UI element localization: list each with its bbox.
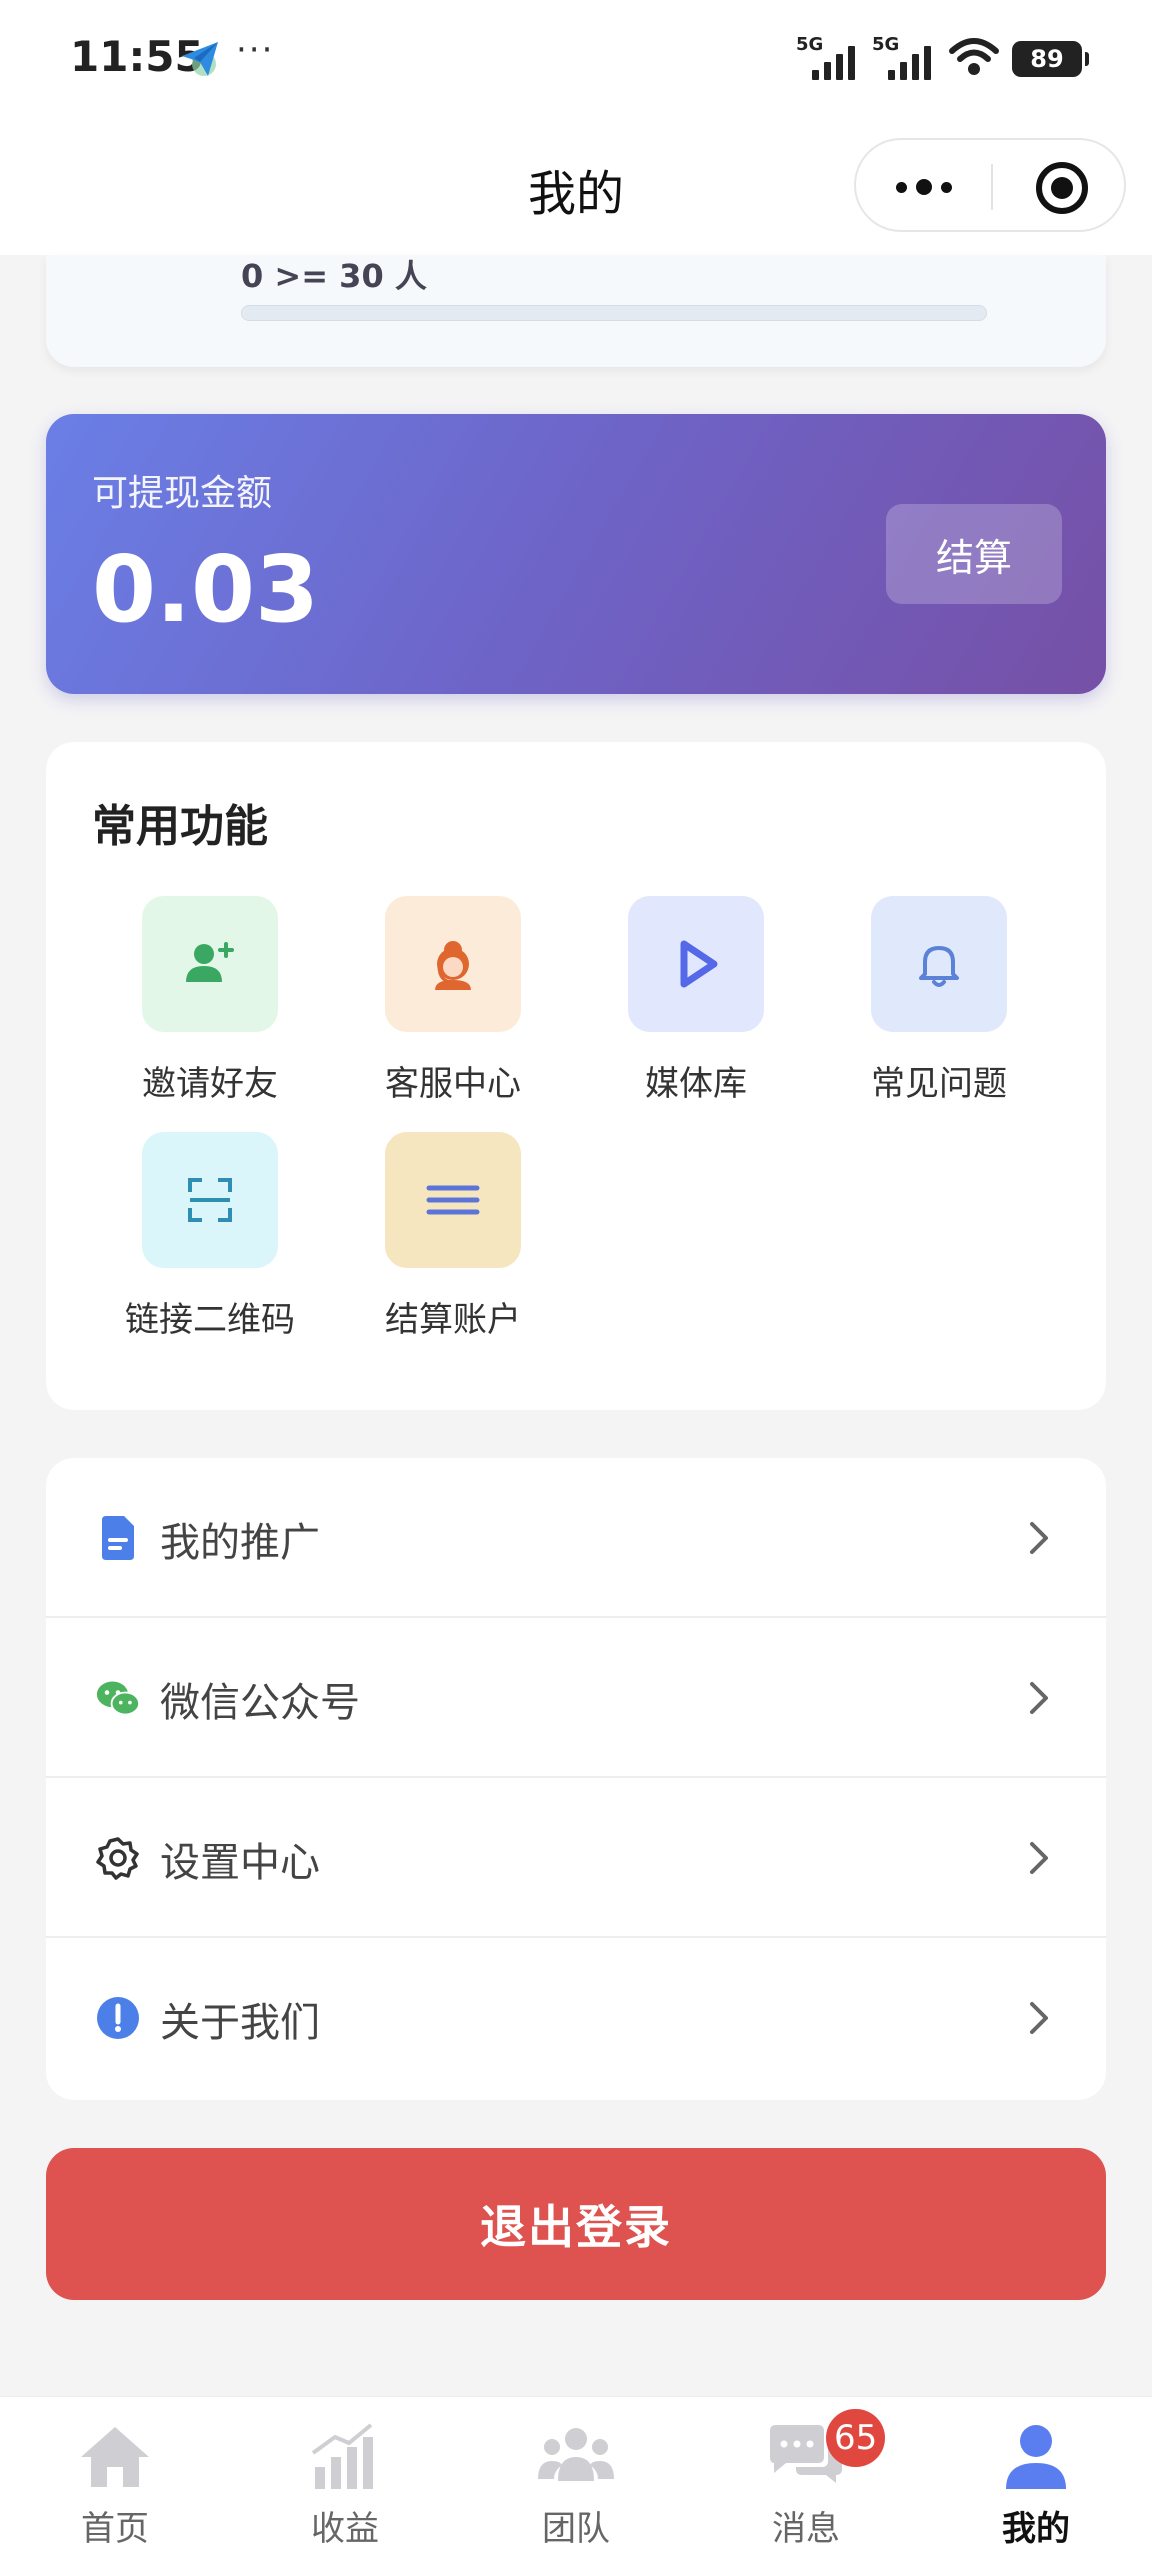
- tab-mine[interactable]: 我的: [946, 2397, 1126, 2560]
- chevron-right-icon: [1016, 1836, 1060, 1880]
- cellular-signal-icon: 5G: [796, 34, 860, 82]
- balance-amount: 0.03: [92, 536, 319, 643]
- progress-card: 0 >= 30 人: [46, 255, 1106, 367]
- customer-service-icon: [385, 896, 521, 1032]
- feature-link-qrcode[interactable]: 链接二维码: [110, 1132, 310, 1342]
- tab-earnings[interactable]: 收益: [255, 2397, 435, 2560]
- menu-item-label: 我的推广: [160, 1520, 320, 1566]
- wifi-icon: [948, 37, 1000, 81]
- tab-bar: 首页 收益 团队 65 消息 我的: [0, 2396, 1152, 2560]
- status-more: ···: [236, 30, 275, 70]
- gear-icon: [96, 1836, 140, 1880]
- tab-messages[interactable]: 65 消息: [716, 2397, 896, 2560]
- menu-item-wechat-official[interactable]: 微信公众号: [46, 1618, 1106, 1778]
- chart-icon: [305, 2421, 385, 2491]
- document-icon: [96, 1516, 140, 1560]
- feature-label: 邀请好友: [142, 1064, 278, 1104]
- features-card: 常用功能 邀请好友 客服中心 媒体库 常见问题 链接二维码 结算账户: [46, 742, 1106, 1410]
- tab-label: 我的: [1002, 2509, 1070, 2549]
- feature-label: 链接二维码: [125, 1300, 295, 1340]
- add-user-icon: [142, 896, 278, 1032]
- feature-label: 媒体库: [645, 1064, 747, 1104]
- feature-label: 常见问题: [871, 1064, 1007, 1104]
- logout-button[interactable]: 退出登录: [46, 2148, 1106, 2300]
- tab-label: 收益: [311, 2509, 379, 2549]
- menu-item-label: 微信公众号: [160, 1680, 360, 1726]
- home-icon: [75, 2421, 155, 2491]
- scan-icon: [142, 1132, 278, 1268]
- chevron-right-icon: [1016, 1516, 1060, 1560]
- settle-button[interactable]: 结算: [886, 504, 1062, 604]
- feature-customer-service[interactable]: 客服中心: [353, 896, 553, 1106]
- capsule-divider: [991, 164, 993, 210]
- mini-program-capsule: [854, 138, 1126, 232]
- close-mini-program-button[interactable]: [1036, 162, 1088, 214]
- status-bar: 11:55 ··· 5G 5G 89: [0, 0, 1152, 120]
- tab-team[interactable]: 团队: [486, 2397, 666, 2560]
- user-icon: [996, 2421, 1076, 2491]
- menu-list: 我的推广 微信公众号 设置中心 关于我们: [46, 1458, 1106, 2100]
- tab-home[interactable]: 首页: [25, 2397, 205, 2560]
- menu-item-label: 设置中心: [160, 1840, 320, 1886]
- balance-card: 可提现金额 0.03 结算: [46, 414, 1106, 694]
- nav-header: 我的: [0, 120, 1152, 255]
- menu-item-label: 关于我们: [160, 2000, 320, 2046]
- progress-bar: [241, 305, 987, 321]
- tab-label: 消息: [772, 2509, 840, 2549]
- info-icon: [96, 1996, 140, 2040]
- bell-icon: [871, 896, 1007, 1032]
- menu-item-about-us[interactable]: 关于我们: [46, 1938, 1106, 2098]
- feature-label: 结算账户: [385, 1300, 521, 1340]
- battery-icon: 89: [1012, 41, 1089, 77]
- feature-invite-friends[interactable]: 邀请好友: [110, 896, 310, 1106]
- chevron-right-icon: [1016, 1676, 1060, 1720]
- cellular-signal-icon: 5G: [872, 34, 936, 82]
- progress-label: 0 >= 30 人: [241, 257, 427, 295]
- tab-label: 首页: [81, 2509, 149, 2549]
- team-icon: [536, 2421, 616, 2491]
- feature-media-library[interactable]: 媒体库: [596, 896, 796, 1106]
- feature-label: 客服中心: [385, 1064, 521, 1104]
- message-count-badge: 65: [826, 2409, 886, 2467]
- chevron-right-icon: [1016, 1996, 1060, 2040]
- feature-faq[interactable]: 常见问题: [839, 896, 1039, 1106]
- wechat-icon: [96, 1676, 140, 1720]
- menu-item-settings[interactable]: 设置中心: [46, 1778, 1106, 1938]
- menu-lines-icon: [385, 1132, 521, 1268]
- play-icon: [628, 896, 764, 1032]
- menu-item-my-promotion[interactable]: 我的推广: [46, 1458, 1106, 1618]
- tab-label: 团队: [542, 2509, 610, 2549]
- paper-plane-icon: [178, 36, 222, 80]
- feature-settlement-account[interactable]: 结算账户: [353, 1132, 553, 1342]
- balance-label: 可提现金额: [92, 473, 273, 514]
- more-options-button[interactable]: [876, 162, 972, 212]
- features-title: 常用功能: [92, 801, 268, 852]
- status-indicators: 5G 5G 89: [796, 34, 1089, 84]
